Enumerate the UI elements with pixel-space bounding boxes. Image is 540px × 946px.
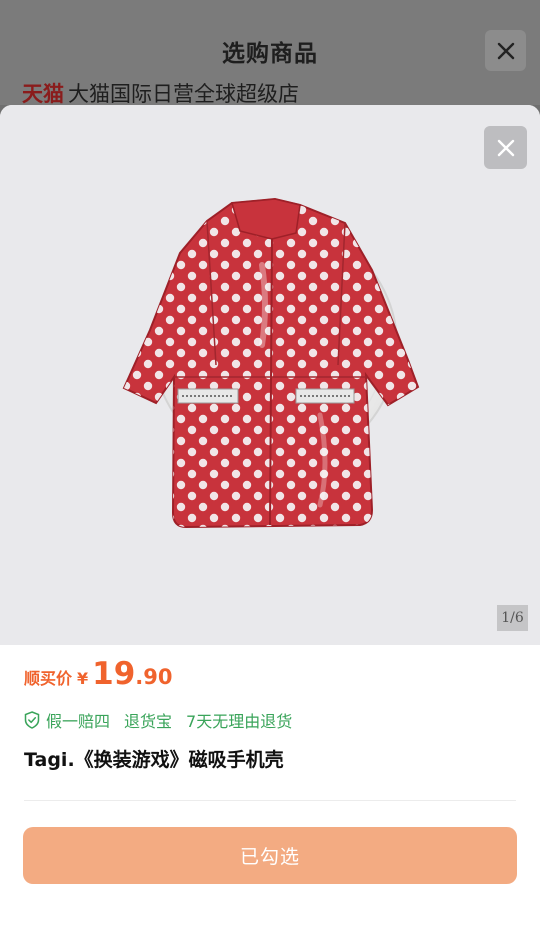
close-icon (497, 42, 514, 59)
background-close-button[interactable] (485, 30, 526, 71)
price-row: 顺买价 ¥ 19 .90 (24, 656, 173, 692)
guarantee-item: 假一赔四 (46, 712, 111, 731)
close-icon (497, 139, 514, 156)
guarantee-row: 假一赔四 退货宝 7天无理由退货 (24, 708, 306, 732)
guarantee-item: 7天无理由退货 (186, 712, 293, 731)
sheet-close-button[interactable] (484, 126, 527, 169)
tmall-logo: 天猫 (22, 82, 64, 106)
store-name: 大猫国际日营全球超级店 (68, 82, 299, 106)
price-decimal: .90 (135, 665, 173, 689)
price-label: 顺买价 (24, 669, 73, 688)
divider (24, 800, 516, 801)
price-integer: 19 (92, 656, 136, 692)
product-image-gallery[interactable]: 1/6 (0, 105, 540, 645)
product-image (122, 197, 420, 529)
store-name-row: 天猫 大猫国际日营全球超级店 (22, 78, 299, 106)
product-detail-sheet: 1/6 顺买价 ¥ 19 .90 假一赔四 退货宝 7天无理由退货 Tagi.《… (0, 105, 540, 946)
selected-button[interactable]: 已勾选 (23, 827, 517, 884)
image-counter: 1/6 (497, 605, 528, 631)
shield-check-icon (24, 711, 40, 729)
guarantee-item: 退货宝 (124, 712, 173, 731)
currency-symbol: ¥ (77, 669, 89, 688)
product-title: Tagi.《换装游戏》磁吸手机壳 (24, 749, 284, 771)
page-title: 选购商品 (222, 41, 318, 67)
